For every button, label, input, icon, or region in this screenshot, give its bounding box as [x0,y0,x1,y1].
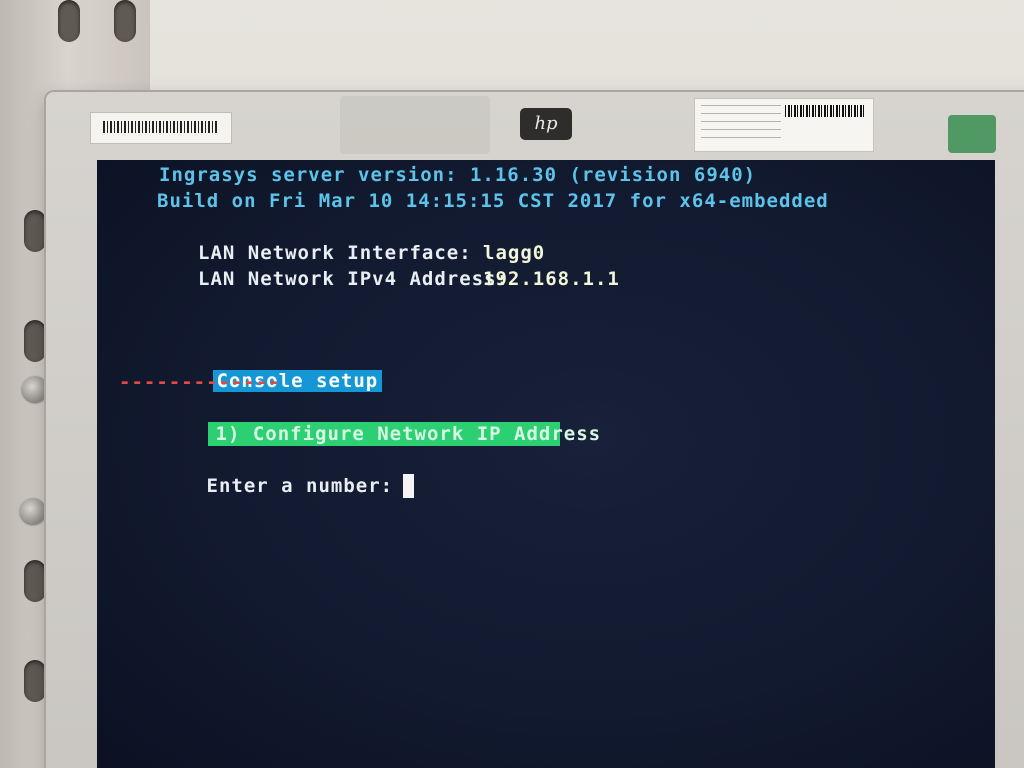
sticker-text-lines [701,105,781,145]
barcode-icon [103,121,218,133]
server-version-line: Ingrasys server version: 1.16.30 (revisi… [159,164,757,186]
rack-hole [24,660,46,702]
monitor-screen: Ingrasys server version: 1.16.30 (revisi… [97,160,995,768]
prompt-label: Enter a number: [206,475,394,497]
rack-hole [24,560,46,602]
photo-scene: hp Ingrasys server version: 1.16.30 (rev… [0,0,1024,768]
lan-ipv4-label: LAN Network IPv4 Address: [198,268,509,290]
hp-logo: hp [520,108,572,140]
rack-hole [58,0,80,42]
number-prompt[interactable]: Enter a number: [107,450,415,522]
revision-sticker [694,98,874,152]
rack-hole [24,320,46,362]
rack-screw-icon [22,376,48,402]
menu-item-label: 1) Configure Network IP Address [207,422,600,446]
rack-hole [24,210,46,252]
build-info-line: Build on Fri Mar 10 14:15:15 CST 2017 fo… [157,190,829,212]
lan-ipv4-value: 192.168.1.1 [483,268,620,290]
rack-screw-icon [20,498,46,524]
barcode-icon [785,105,865,117]
text-cursor [403,474,415,498]
asset-label-sticker [90,112,232,144]
console-terminal: Ingrasys server version: 1.16.30 (revisi… [97,160,995,768]
lan-interface-label: LAN Network Interface: [198,242,472,264]
menu-divider: ------------- [119,371,281,393]
rack-hole [114,0,136,42]
worn-sticker-residue [340,96,490,154]
lan-interface-value: lagg0 [483,242,546,264]
green-sticker [948,115,996,153]
